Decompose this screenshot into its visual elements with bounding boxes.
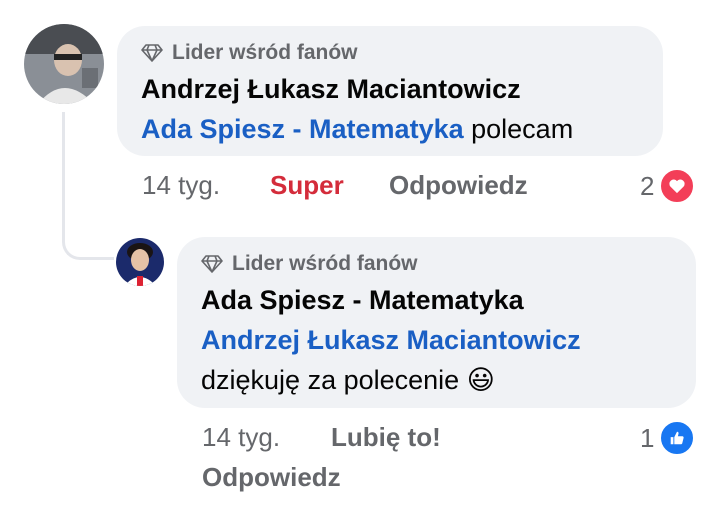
heart-icon xyxy=(659,168,696,204)
reaction-button[interactable]: Super xyxy=(270,170,344,201)
diamond-icon xyxy=(141,44,163,62)
comment-text: Ada Spiesz - Matematyka polecam xyxy=(141,114,574,144)
comment-bubble: Lider wśród fanów Andrzej Łukasz Maciant… xyxy=(117,26,663,156)
diamond-icon xyxy=(201,255,223,273)
user-photo-icon xyxy=(116,238,164,286)
like-button[interactable]: Lubię to! xyxy=(331,422,441,453)
avatar[interactable] xyxy=(24,24,104,104)
reply-button[interactable]: Odpowiedz xyxy=(202,462,341,493)
fan-badge: Lider wśród fanów xyxy=(141,40,639,66)
reply-button[interactable]: Odpowiedz xyxy=(389,170,528,201)
user-photo-icon xyxy=(24,24,104,104)
reaction-count: 2 xyxy=(640,170,655,201)
timestamp[interactable]: 14 tyg. xyxy=(202,422,280,453)
smiley-emoji: 😃 xyxy=(466,365,495,395)
reply-text: dziękuję za polecenie 😃 xyxy=(201,365,495,395)
reply-actions: 14 tyg. Lubię to! Odpowiedz xyxy=(0,422,720,512)
mention-link[interactable]: Ada Spiesz - Matematyka xyxy=(141,114,464,144)
reaction-summary[interactable]: 1 xyxy=(640,420,696,456)
mention-line: Andrzej Łukasz Maciantowicz xyxy=(201,325,672,356)
thumbs-up-icon xyxy=(659,420,696,456)
fan-badge: Lider wśród fanów xyxy=(201,251,672,277)
reply-author[interactable]: Ada Spiesz - Matematyka xyxy=(201,285,672,316)
reaction-summary[interactable]: 2 xyxy=(640,168,696,204)
badge-label: Lider wśród fanów xyxy=(232,252,418,275)
comment-actions: 14 tyg. Super Odpowiedz xyxy=(0,170,720,206)
reaction-count: 1 xyxy=(640,422,655,453)
comment-author[interactable]: Andrzej Łukasz Maciantowicz xyxy=(141,74,639,105)
avatar[interactable] xyxy=(116,238,164,286)
mention-link[interactable]: Andrzej Łukasz Maciantowicz xyxy=(201,325,581,355)
badge-label: Lider wśród fanów xyxy=(172,41,358,64)
timestamp[interactable]: 14 tyg. xyxy=(142,170,220,201)
reply-bubble: Lider wśród fanów Ada Spiesz - Matematyk… xyxy=(177,237,696,408)
